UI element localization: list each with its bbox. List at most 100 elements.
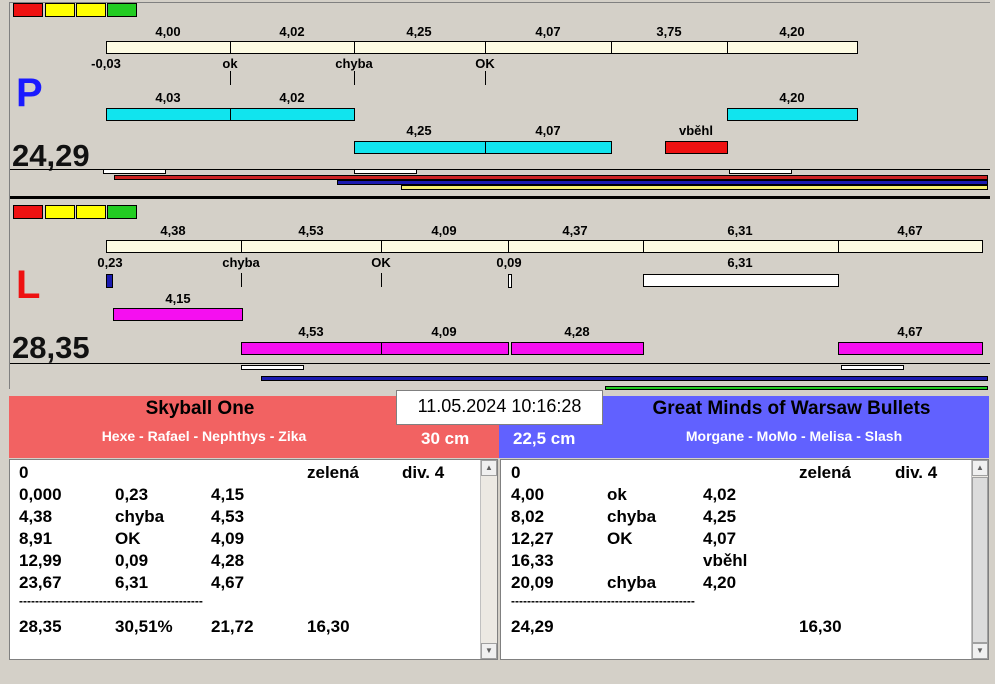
marker-bar [841, 365, 904, 370]
lane1-label: 4,02 [279, 90, 305, 105]
log-header-row: 0 zelená div. 4 [10, 463, 477, 485]
result-label: -0,03 [91, 56, 121, 71]
log-separator-text: ----------------------------------------… [511, 594, 695, 608]
baseline [10, 363, 990, 364]
log-cell: OK [115, 529, 141, 548]
lane2-segment [485, 141, 612, 154]
scroll-up-button[interactable]: ▲ [481, 460, 497, 476]
log-cell: 28,35 [19, 617, 62, 636]
left-team-log[interactable]: 0 zelená div. 4 0,000 0,23 4,15 4,38 chy… [9, 459, 498, 660]
right-team-players: Morgane - MoMo - Melisa - Slash [685, 428, 903, 444]
lane2-label: 4,25 [406, 123, 432, 138]
away-timeline-panel: 4,38 4,53 4,09 4,37 6,31 4,67 0,23 chyba… [10, 205, 990, 390]
result-label: OK [371, 255, 391, 270]
log-cell: 16,30 [799, 617, 842, 636]
duration-label: 4,07 [535, 24, 561, 39]
log-cell: 8,91 [19, 529, 53, 548]
log-cell: 16,33 [511, 551, 554, 570]
lane1-segment [106, 108, 231, 121]
status-light-green [107, 205, 137, 219]
lane1-label: 4,20 [779, 90, 805, 105]
away-score: 28,35 [12, 330, 90, 365]
marker-bar [241, 365, 304, 370]
log-cell: div. 4 [402, 463, 445, 482]
left-team-height: 30 cm [421, 429, 470, 448]
log-cell: 4,28 [211, 551, 245, 570]
lane2-label: 4,07 [535, 123, 561, 138]
log-row: 4,38 chyba 4,53 [10, 507, 477, 529]
log-cell: 4,02 [703, 485, 737, 504]
lane1-segment [113, 308, 243, 321]
log-cell: ok [607, 485, 627, 504]
scroll-down-button[interactable]: ▼ [972, 643, 988, 659]
duration-label: 4,00 [155, 24, 181, 39]
log-cell: zelená [307, 463, 359, 482]
result-marker [643, 274, 839, 287]
duration-label: 4,02 [279, 24, 305, 39]
run-segment [838, 240, 983, 253]
scrollbar[interactable]: ▲ ▼ [480, 460, 497, 659]
run-segment [727, 41, 858, 54]
home-timeline-panel: 4,00 4,02 4,25 4,07 3,75 4,20 -0,03 ok c… [10, 3, 990, 199]
run-segment [611, 41, 728, 54]
home-score: 24,29 [12, 138, 90, 173]
scroll-thumb[interactable] [972, 477, 988, 643]
log-cell: 4,53 [211, 507, 245, 526]
right-team-log[interactable]: 0 zelená div. 4 4,00 ok 4,02 8,02 chyba … [500, 459, 989, 660]
panel-divider [10, 196, 990, 199]
status-light-yellow [76, 3, 106, 17]
log-cell: 12,99 [19, 551, 62, 570]
run-segment [381, 240, 509, 253]
marker-bar [103, 169, 166, 174]
log-cell: 4,20 [703, 573, 737, 592]
log-cell: zelená [799, 463, 851, 482]
lane2-segment [241, 342, 382, 355]
scroll-down-button[interactable]: ▼ [481, 643, 497, 659]
run-segment [354, 41, 486, 54]
result-marker [508, 274, 512, 288]
right-team-height: 22,5 cm [513, 429, 576, 448]
lane2-segment [354, 141, 486, 154]
scroll-up-button[interactable]: ▲ [972, 460, 988, 476]
left-team-name: Skyball One [145, 398, 255, 419]
result-tick [241, 273, 242, 287]
run-segment [230, 41, 355, 54]
left-team-players: Hexe - Rafael - Nephthys - Zika [101, 428, 307, 444]
log-cell: OK [607, 529, 633, 548]
datetime-display: 11.05.2024 10:16:28 [396, 390, 603, 425]
duration-label: 4,09 [431, 223, 457, 238]
right-team-name: Great Minds of Warsaw Bullets [652, 398, 931, 419]
run-segment [643, 240, 839, 253]
result-label: 0,23 [97, 255, 123, 270]
vbehl-segment [665, 141, 728, 154]
log-cell: 4,38 [19, 507, 53, 526]
lane2-label: 4,09 [431, 324, 457, 339]
status-light-red [13, 3, 43, 17]
log-row: 8,02 chyba 4,25 [501, 507, 968, 529]
log-cell: 4,15 [211, 485, 245, 504]
away-letter: L [16, 263, 41, 307]
result-label: 0,09 [496, 255, 522, 270]
result-tick [354, 71, 355, 85]
log-total-row: 28,35 30,51% 21,72 16,30 [10, 617, 477, 639]
log-cell: 20,09 [511, 573, 554, 592]
duration-label: 4,25 [406, 24, 432, 39]
log-cell: 24,29 [511, 617, 554, 636]
status-light-green [107, 3, 137, 17]
log-cell: 4,07 [703, 529, 737, 548]
result-label: chyba [222, 255, 260, 270]
log-cell: 4,67 [211, 573, 245, 592]
log-cell: 16,30 [307, 617, 350, 636]
lane1-label: 4,03 [155, 90, 181, 105]
log-row: 23,67 6,31 4,67 [10, 573, 477, 595]
vbehl-label: vběhl [679, 123, 713, 138]
log-cell: 8,02 [511, 507, 545, 526]
run-segment [106, 41, 231, 54]
log-cell: chyba [607, 507, 657, 526]
scrollbar[interactable]: ▲ ▼ [971, 460, 988, 659]
result-label: OK [475, 56, 495, 71]
duration-label: 4,20 [779, 24, 805, 39]
log-row: 8,91 OK 4,09 [10, 529, 477, 551]
duration-label: 6,31 [727, 223, 753, 238]
progress-bar-green [605, 386, 988, 390]
